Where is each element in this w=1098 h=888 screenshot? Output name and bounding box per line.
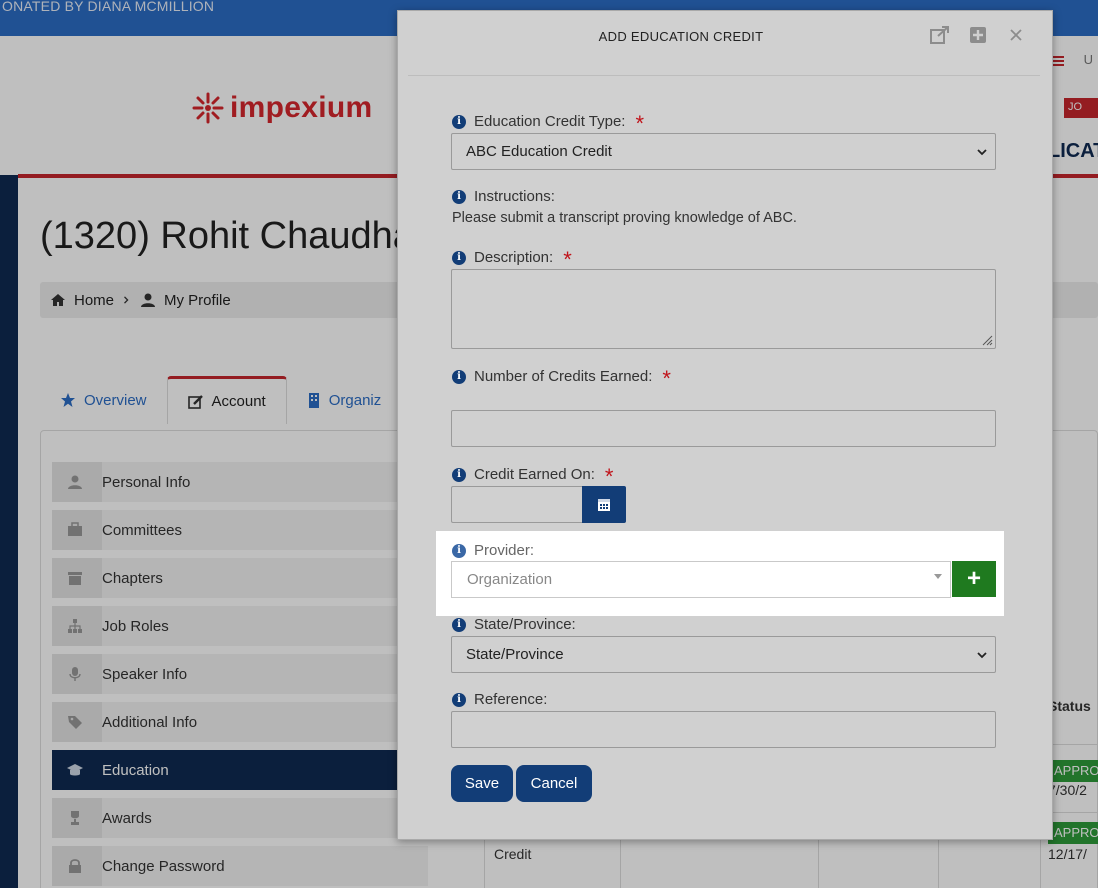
required-marker: * [604,463,614,489]
external-link-icon [930,26,949,44]
info-icon[interactable]: i [452,692,466,707]
required-marker: * [563,246,572,272]
provider-label-text: Provider: [474,542,535,559]
credits-earned-label-text: Number of Credits Earned: [474,368,653,385]
info-icon[interactable]: i [452,250,466,265]
close-icon [1010,29,1022,41]
description-textarea[interactable] [451,269,996,349]
maximize-button[interactable] [968,25,988,45]
close-button[interactable] [1006,25,1026,45]
credit-earned-on-label: i Credit Earned On: * [452,463,614,489]
state-label: i State/Province: [452,616,576,633]
state-value: State/Province [466,646,564,663]
instructions-label: i Instructions: [452,188,555,205]
plus-square-icon [970,27,986,43]
info-icon[interactable]: i [452,617,466,632]
modal-title: ADD EDUCATION CREDIT [398,29,964,44]
info-icon[interactable]: i [452,189,466,204]
description-label: i Description: * [452,246,572,272]
provider-placeholder: Organization [467,571,553,588]
modal-toolbar [930,25,1026,45]
description-label-text: Description: [474,249,554,266]
credit-type-value: ABC Education Credit [466,143,612,160]
reference-label: i Reference: [452,691,547,708]
date-picker-button[interactable] [582,486,626,523]
credits-earned-input[interactable] [451,410,996,447]
calendar-icon [598,499,610,511]
provider-label: i Provider: [452,542,534,559]
provider-select[interactable]: Organization [451,561,951,598]
instructions-label-text: Instructions: [474,188,555,205]
credit-type-label: i Education Credit Type: * [452,110,645,136]
instructions-text: Please submit a transcript proving knowl… [452,210,797,226]
credit-earned-on-input[interactable] [451,486,582,523]
info-icon[interactable]: i [452,369,466,384]
credit-earned-on-label-text: Credit Earned On: [474,466,595,483]
info-icon[interactable]: i [452,114,466,129]
add-education-credit-modal: ADD EDUCATION CREDIT i Education Credit … [397,10,1053,840]
required-marker: * [662,365,671,391]
credit-type-select[interactable]: ABC Education Credit [451,133,996,170]
info-icon[interactable]: i [452,543,466,558]
save-button[interactable]: Save [451,765,513,802]
reference-label-text: Reference: [474,691,548,708]
credit-type-label-text: Education Credit Type: [474,113,626,130]
reference-input[interactable] [451,711,996,748]
modal-title-text: ADD EDUCATION CREDIT [598,29,764,44]
popout-button[interactable] [930,25,950,45]
caret-down-icon [934,574,942,579]
cancel-button[interactable]: Cancel [516,765,592,802]
chevron-down-icon [977,652,987,659]
credits-earned-label: i Number of Credits Earned: * [452,365,671,391]
modal-header-divider [408,75,1040,76]
state-select[interactable]: State/Province [451,636,996,673]
info-icon[interactable]: i [452,467,466,482]
state-label-text: State/Province: [474,616,576,633]
add-provider-button[interactable]: + [952,561,996,597]
resize-handle-icon[interactable] [981,334,993,346]
required-marker: * [635,110,645,136]
chevron-down-icon [977,149,987,156]
